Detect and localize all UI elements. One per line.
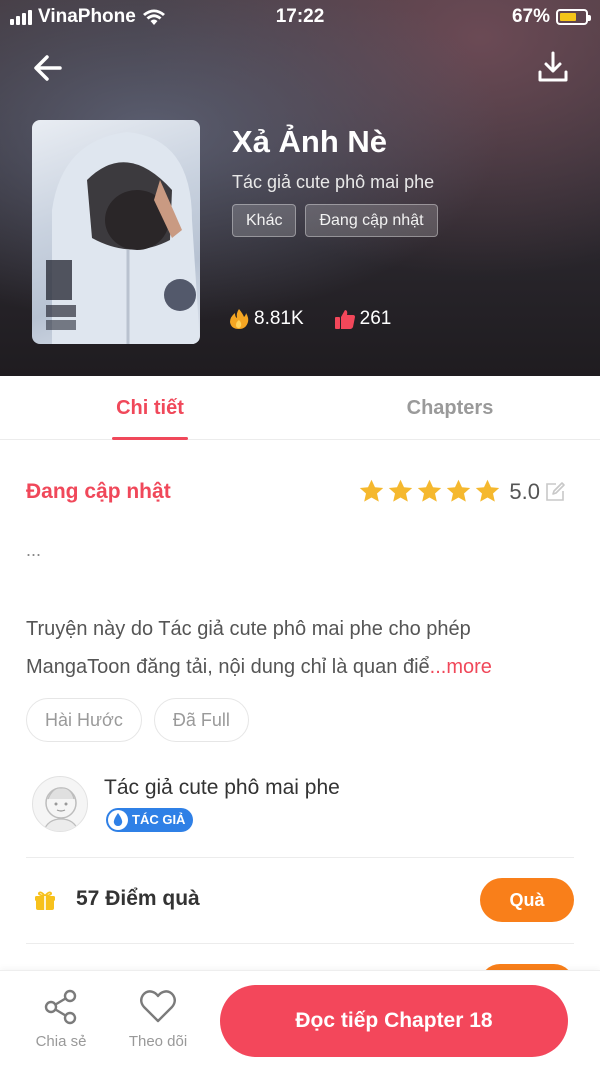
tag-chip: Đang cập nhật — [305, 204, 438, 237]
tab-detail-label: Chi tiết — [116, 397, 184, 419]
star-icon — [360, 479, 384, 502]
comic-stats: 8.81K 261 — [228, 308, 421, 330]
rating[interactable]: 5.0 — [358, 478, 566, 505]
heart-icon — [140, 990, 176, 1023]
summary-ellipsis: ... — [26, 540, 42, 560]
header-tags: Khác Đang cập nhật — [232, 204, 438, 237]
follow-label: Theo dõi — [128, 1033, 188, 1050]
share-label: Chia sẻ — [35, 1033, 87, 1050]
update-status: Đang cập nhật — [26, 480, 171, 503]
tag-chip: Khác — [232, 204, 297, 237]
avatar-illustration — [43, 787, 79, 831]
more-link[interactable]: ...more — [430, 656, 492, 678]
star-icon — [447, 479, 471, 502]
tab-bar: Chi tiết Chapters — [0, 376, 600, 440]
follow-button[interactable]: Theo dõi — [118, 987, 198, 1050]
author-badge-label: TÁC GIẢ — [132, 812, 186, 827]
battery-percent: 67% — [511, 6, 550, 27]
share-icon — [44, 989, 77, 1025]
genre-chip[interactable]: Hài Hước — [26, 698, 142, 742]
tab-detail[interactable]: Chi tiết — [0, 376, 300, 440]
gift-button[interactable]: Quà — [480, 878, 574, 922]
views-count: 8.81K — [254, 308, 304, 329]
battery-icon — [556, 9, 591, 25]
download-icon[interactable] — [536, 50, 570, 84]
fire-icon — [230, 309, 249, 329]
description: Truyện này do Tác giả cute phô mai phe c… — [26, 610, 574, 686]
star-icon — [389, 479, 413, 502]
author-name[interactable]: Tác giả cute phô mai phe — [104, 776, 340, 800]
author-badge: TÁC GIẢ — [106, 808, 194, 832]
gift-icon — [35, 891, 55, 910]
genre-chip[interactable]: Đã Full — [153, 698, 249, 742]
comic-title: Xả Ảnh Nè — [232, 124, 388, 159]
author-card[interactable]: Tác giả cute phô mai phe TÁC GIẢ — [26, 770, 574, 858]
status-bar: VinaPhone 17:22 67% — [0, 0, 600, 34]
author-badge-icon — [108, 810, 128, 830]
views-stat: 8.81K — [228, 308, 304, 330]
gift-row: 57 Điểm quà Quà — [26, 858, 574, 944]
avatar[interactable] — [32, 776, 88, 832]
back-arrow-icon[interactable] — [30, 50, 66, 86]
thumbs-up-icon — [334, 310, 355, 329]
genre-list: Hài Hước Đã Full — [26, 698, 249, 742]
status-right: 67% — [511, 6, 591, 28]
continue-reading-button[interactable]: Đọc tiếp Chapter 18 — [220, 985, 568, 1057]
status-time: 17:22 — [275, 6, 325, 27]
cover-image[interactable] — [32, 120, 200, 344]
description-text: MangaToon đăng tải, nội dung chỉ là quan… — [26, 656, 430, 678]
rating-value: 5.0 — [509, 478, 540, 504]
gift-points: 57 Điểm quà — [76, 887, 200, 910]
comic-author[interactable]: Tác giả cute phô mai phe — [232, 172, 434, 193]
likes-stat: 261 — [334, 308, 392, 330]
likes-count: 261 — [359, 308, 392, 329]
comic-header: VinaPhone 17:22 67% Xả Ảnh Nè Tác giả cu… — [0, 0, 600, 376]
tab-active-indicator — [112, 437, 188, 440]
share-button[interactable]: Chia sẻ — [21, 987, 101, 1050]
star-icon — [476, 479, 500, 502]
star-icon — [418, 479, 442, 502]
cover-illustration — [46, 132, 200, 344]
description-line-2: MangaToon đăng tải, nội dung chỉ là quan… — [26, 648, 574, 686]
description-line: Truyện này do Tác giả cute phô mai phe c… — [26, 618, 471, 640]
tab-chapters-label: Chapters — [406, 397, 494, 419]
edit-rating-icon[interactable] — [544, 481, 566, 503]
bottom-action-bar: Chia sẻ Theo dõi Đọc tiếp Chapter 18 — [0, 970, 600, 1067]
tab-chapters[interactable]: Chapters — [300, 376, 600, 440]
